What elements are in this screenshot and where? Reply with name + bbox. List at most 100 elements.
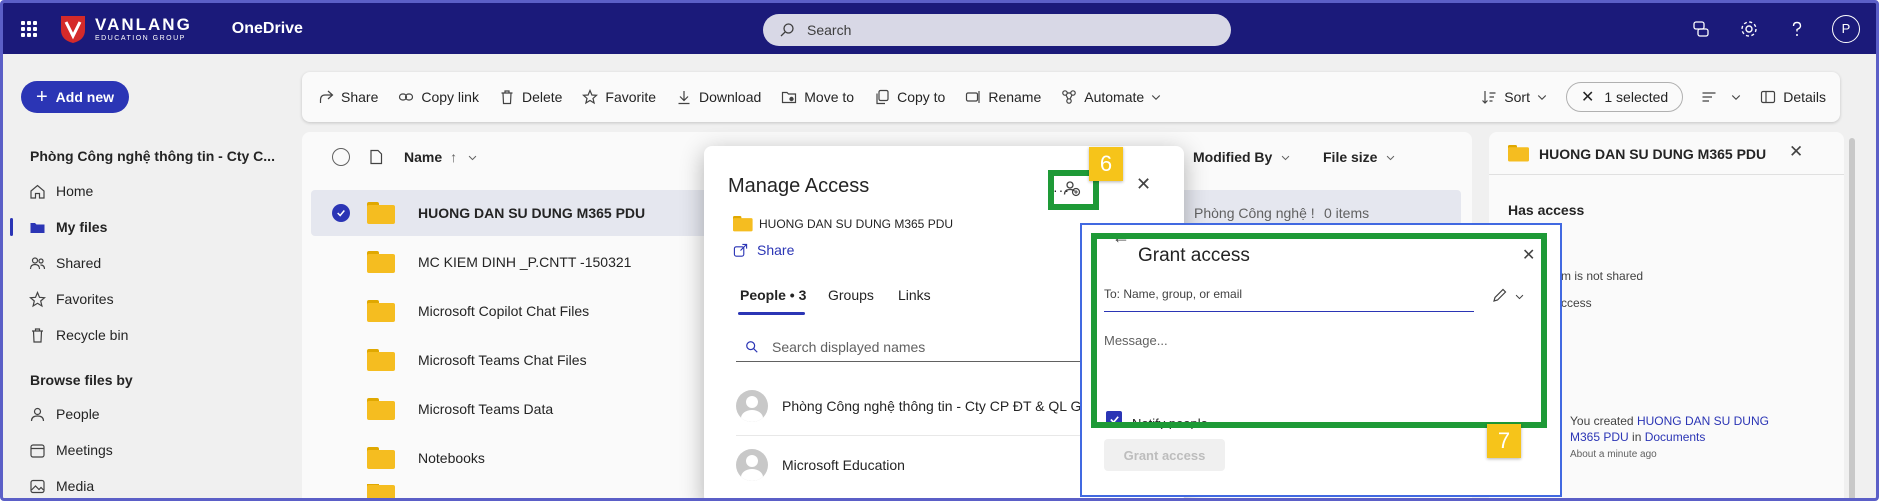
selection-pill[interactable]: ✕ 1 selected bbox=[1565, 82, 1684, 112]
callout-7: 7 bbox=[1487, 424, 1521, 458]
logo-sub-text: EDUCATION GROUP bbox=[95, 34, 186, 42]
active-tab-indicator bbox=[738, 312, 805, 315]
select-all-radio[interactable] bbox=[332, 148, 350, 166]
folder-icon bbox=[367, 202, 395, 224]
tab-people[interactable]: People • 3 bbox=[740, 287, 806, 303]
download-button[interactable]: Download bbox=[676, 89, 761, 105]
share-icon bbox=[733, 243, 748, 257]
divider bbox=[736, 435, 1096, 436]
home-icon bbox=[30, 184, 45, 199]
file-name[interactable]: MC KIEM DINH _P.CNTT -150321 bbox=[418, 254, 631, 270]
share-button[interactable]: Share bbox=[318, 89, 378, 105]
copy-link-button[interactable]: Copy link bbox=[398, 89, 479, 105]
move-folder-icon bbox=[782, 91, 797, 104]
people-search-placeholder: Search displayed names bbox=[772, 338, 926, 355]
details-button[interactable]: Details bbox=[1760, 89, 1826, 105]
brand-logo[interactable]: VANLANG EDUCATION GROUP bbox=[59, 14, 192, 44]
automate-button[interactable]: Automate bbox=[1061, 89, 1162, 105]
clear-selection-icon[interactable]: ✕ bbox=[1581, 87, 1594, 107]
folder-icon bbox=[30, 222, 45, 233]
trash-icon bbox=[501, 90, 513, 105]
add-person-icon[interactable] bbox=[1063, 179, 1081, 197]
link-icon bbox=[399, 93, 414, 101]
details-scrollbar[interactable] bbox=[1849, 138, 1855, 498]
nav-item-media[interactable]: Media bbox=[29, 472, 94, 498]
plus-icon: + bbox=[35, 85, 48, 108]
highlight-box-7 bbox=[1091, 233, 1547, 428]
nav-item-favorites[interactable]: Favorites bbox=[29, 285, 114, 313]
dialog-share-link[interactable]: Share bbox=[733, 242, 794, 258]
file-type-icon bbox=[370, 149, 383, 165]
folder-icon bbox=[733, 216, 753, 232]
chevron-down-icon bbox=[1732, 95, 1741, 101]
file-name[interactable]: Microsoft Teams Data bbox=[418, 401, 553, 417]
close-dialog-icon[interactable]: ✕ bbox=[1136, 174, 1151, 195]
activity-time: About a minute ago bbox=[1570, 449, 1657, 460]
nav-item-home[interactable]: Home bbox=[29, 177, 93, 205]
people-search-input[interactable]: Search displayed names bbox=[736, 332, 1096, 362]
tab-links[interactable]: Links bbox=[898, 287, 931, 303]
file-size-cell: 0 items bbox=[1324, 205, 1370, 221]
chevron-down-icon bbox=[1152, 95, 1161, 101]
folder-icon bbox=[367, 251, 395, 273]
move-to-button[interactable]: Move to bbox=[781, 89, 854, 105]
nav-item-meetings[interactable]: Meetings bbox=[29, 436, 113, 464]
favorite-button[interactable]: Favorite bbox=[582, 89, 656, 105]
feedback-icon bbox=[1693, 20, 1709, 37]
nav-item-shared[interactable]: Shared bbox=[29, 249, 101, 277]
view-options-button[interactable] bbox=[1701, 89, 1742, 105]
nav-item-my-files[interactable]: My files bbox=[29, 213, 107, 241]
details-pane-icon bbox=[1761, 90, 1776, 104]
column-header-modified-by[interactable]: Modified By bbox=[1193, 149, 1291, 165]
list-item[interactable]: Microsoft Education bbox=[736, 449, 905, 481]
folder-icon bbox=[367, 300, 395, 322]
dialog-folder-name: HUONG DAN SU DUNG M365 PDU bbox=[759, 217, 954, 231]
people-icon bbox=[29, 256, 46, 269]
rename-icon bbox=[966, 91, 980, 103]
app-name[interactable]: OneDrive bbox=[232, 20, 303, 38]
app-launcher-button[interactable] bbox=[3, 3, 55, 54]
person-name: Microsoft Education bbox=[782, 457, 905, 473]
delete-button[interactable]: Delete bbox=[499, 89, 562, 105]
column-header-name[interactable]: Name ↑ bbox=[404, 149, 478, 165]
add-new-button[interactable]: + Add new bbox=[21, 81, 129, 113]
file-name[interactable]: Notebooks bbox=[418, 450, 485, 466]
account-avatar[interactable]: P bbox=[1832, 14, 1860, 43]
command-bar: Share Copy link Delete Favorite Download… bbox=[302, 72, 1840, 122]
copy-icon bbox=[876, 89, 889, 105]
file-name[interactable]: Microsoft Teams Chat Files bbox=[418, 352, 587, 368]
tab-groups[interactable]: Groups bbox=[828, 287, 874, 303]
activity-location-link[interactable]: Documents bbox=[1645, 430, 1706, 444]
help-icon bbox=[1792, 21, 1802, 36]
chevron-down-icon bbox=[468, 155, 477, 160]
search-icon bbox=[780, 23, 794, 37]
share-icon bbox=[319, 90, 334, 103]
help-button[interactable] bbox=[1784, 16, 1810, 42]
nav-item-recycle-bin[interactable]: Recycle bin bbox=[29, 321, 128, 349]
row-checked-icon[interactable] bbox=[332, 204, 350, 222]
chevron-down-icon bbox=[1537, 95, 1547, 101]
settings-button[interactable] bbox=[1736, 16, 1762, 42]
list-item[interactable]: Phòng Công nghệ thông tin - Cty CP ĐT & … bbox=[736, 390, 1091, 422]
automate-icon bbox=[1062, 90, 1077, 104]
site-title[interactable]: Phòng Công nghệ thông tin - Cty C... bbox=[30, 148, 275, 164]
search-box[interactable]: Search bbox=[763, 14, 1231, 46]
file-name[interactable]: HUONG DAN SU DUNG M365 PDU bbox=[418, 205, 645, 221]
modified-by-cell: Phòng Công nghệ ! bbox=[1194, 205, 1315, 221]
app-window: VANLANG EDUCATION GROUP OneDrive Search … bbox=[0, 0, 1879, 501]
feedback-button[interactable] bbox=[1688, 16, 1714, 42]
rename-button[interactable]: Rename bbox=[965, 89, 1041, 105]
nav-item-people[interactable]: People bbox=[29, 400, 100, 428]
sort-button[interactable]: Sort bbox=[1481, 89, 1548, 105]
browse-title: Browse files by bbox=[30, 372, 133, 388]
file-name[interactable]: Microsoft Copilot Chat Files bbox=[418, 303, 589, 319]
close-details-icon[interactable]: ✕ bbox=[1789, 142, 1803, 162]
grant-access-button[interactable]: Grant access bbox=[1104, 439, 1225, 471]
has-access-heading: Has access bbox=[1508, 202, 1585, 218]
dialog-title: Manage Access bbox=[728, 175, 870, 197]
close-grant-icon[interactable]: ✕ bbox=[1522, 245, 1535, 265]
column-header-file-size[interactable]: File size bbox=[1323, 149, 1396, 165]
person-avatar-icon bbox=[736, 449, 768, 481]
active-indicator bbox=[10, 218, 13, 236]
copy-to-button[interactable]: Copy to bbox=[874, 89, 945, 105]
